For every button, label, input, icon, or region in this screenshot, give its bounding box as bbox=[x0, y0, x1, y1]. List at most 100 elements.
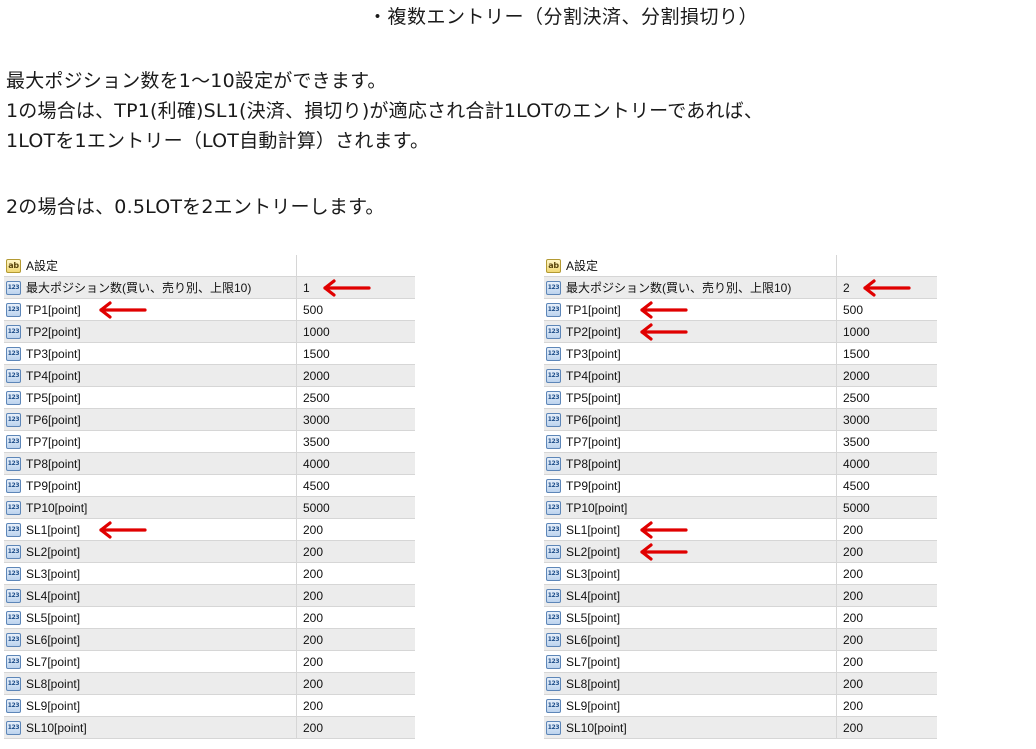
parameter-value-field[interactable]: 4500 bbox=[837, 475, 937, 496]
parameter-row[interactable]: 123 TP3[point] 1500 bbox=[544, 343, 937, 365]
settings-group-header[interactable]: ab A設定 bbox=[544, 255, 937, 277]
parameter-row[interactable]: 123 SL3[point] 200 bbox=[4, 563, 415, 585]
parameter-row[interactable]: 123 SL6[point] 200 bbox=[4, 629, 415, 651]
parameter-row[interactable]: 123 SL2[point] 200 bbox=[4, 541, 415, 563]
parameter-row[interactable]: 123 TP4[point] 2000 bbox=[4, 365, 415, 387]
parameter-row[interactable]: 123 TP8[point] 4000 bbox=[4, 453, 415, 475]
parameter-row[interactable]: 123 SL2[point] 200 bbox=[544, 541, 937, 563]
parameter-row[interactable]: 123 SL10[point] 200 bbox=[544, 717, 937, 739]
parameter-value-field[interactable]: 200 bbox=[297, 651, 415, 672]
parameter-value-field[interactable]: 200 bbox=[837, 541, 937, 562]
parameter-row[interactable]: 123 SL5[point] 200 bbox=[4, 607, 415, 629]
parameter-value-field[interactable]: 2500 bbox=[297, 387, 415, 408]
parameter-row[interactable]: 123 TP2[point] 1000 bbox=[4, 321, 415, 343]
parameter-value: 3500 bbox=[843, 434, 870, 449]
number-type-icon: 123 bbox=[546, 324, 561, 339]
parameter-row[interactable]: 123 TP4[point] 2000 bbox=[544, 365, 937, 387]
parameter-row[interactable]: 123 SL4[point] 200 bbox=[544, 585, 937, 607]
parameter-value-field[interactable]: 4500 bbox=[297, 475, 415, 496]
red-arrow-left-icon bbox=[323, 279, 371, 297]
parameter-value-field[interactable]: 1000 bbox=[297, 321, 415, 342]
parameter-name: SL3[point] bbox=[26, 566, 81, 581]
parameter-value-field[interactable]: 200 bbox=[837, 629, 937, 650]
settings-group-header[interactable]: ab A設定 bbox=[4, 255, 415, 277]
parameter-value-field[interactable]: 200 bbox=[837, 695, 937, 716]
parameter-value-field[interactable]: 500 bbox=[837, 299, 937, 320]
parameter-row[interactable]: 123 SL6[point] 200 bbox=[544, 629, 937, 651]
parameter-value-field[interactable]: 2500 bbox=[837, 387, 937, 408]
parameter-value-field[interactable]: 200 bbox=[837, 607, 937, 628]
parameter-value-field[interactable]: 3500 bbox=[837, 431, 937, 452]
parameter-row[interactable]: 123 SL9[point] 200 bbox=[4, 695, 415, 717]
parameter-value-field[interactable]: 3500 bbox=[297, 431, 415, 452]
parameter-row[interactable]: 123 TP1[point] 500 bbox=[4, 299, 415, 321]
parameter-row[interactable]: 123 SL8[point] 200 bbox=[544, 673, 937, 695]
parameter-value-field[interactable]: 200 bbox=[297, 585, 415, 606]
parameter-value-field[interactable]: 3000 bbox=[837, 409, 937, 430]
parameter-value: 200 bbox=[303, 566, 324, 581]
parameter-row[interactable]: 123 TP6[point] 3000 bbox=[544, 409, 937, 431]
parameter-value-field[interactable]: 1 bbox=[297, 277, 415, 298]
parameter-row[interactable]: 123 最大ポジション数(買い、売り別、上限10) 2 bbox=[544, 277, 937, 299]
parameter-value-field[interactable]: 200 bbox=[837, 673, 937, 694]
parameter-value-field[interactable]: 4000 bbox=[297, 453, 415, 474]
parameter-row[interactable]: 123 TP10[point] 5000 bbox=[544, 497, 937, 519]
parameter-value-field[interactable]: 200 bbox=[837, 651, 937, 672]
parameter-value-field[interactable]: 2000 bbox=[837, 365, 937, 386]
parameter-value-field[interactable]: 5000 bbox=[297, 497, 415, 518]
group-name-cell: ab A設定 bbox=[4, 255, 297, 276]
parameter-value-field[interactable]: 200 bbox=[297, 563, 415, 584]
parameter-name: SL4[point] bbox=[566, 588, 621, 603]
parameter-value: 200 bbox=[303, 632, 324, 647]
parameter-value-field[interactable]: 1000 bbox=[837, 321, 937, 342]
parameter-row[interactable]: 123 SL7[point] 200 bbox=[544, 651, 937, 673]
parameter-value-field[interactable]: 1500 bbox=[837, 343, 937, 364]
parameter-row[interactable]: 123 最大ポジション数(買い、売り別、上限10) 1 bbox=[4, 277, 415, 299]
parameter-row[interactable]: 123 SL1[point] 200 bbox=[4, 519, 415, 541]
parameter-row[interactable]: 123 SL4[point] 200 bbox=[4, 585, 415, 607]
parameter-row[interactable]: 123 TP1[point] 500 bbox=[544, 299, 937, 321]
parameter-value-field[interactable]: 3000 bbox=[297, 409, 415, 430]
parameter-row[interactable]: 123 TP5[point] 2500 bbox=[4, 387, 415, 409]
parameter-row[interactable]: 123 SL5[point] 200 bbox=[544, 607, 937, 629]
parameter-row[interactable]: 123 SL3[point] 200 bbox=[544, 563, 937, 585]
parameter-value-field[interactable]: 200 bbox=[837, 717, 937, 738]
parameter-row[interactable]: 123 TP8[point] 4000 bbox=[544, 453, 937, 475]
parameter-row[interactable]: 123 TP7[point] 3500 bbox=[544, 431, 937, 453]
string-type-icon: ab bbox=[546, 258, 561, 273]
parameter-row[interactable]: 123 SL7[point] 200 bbox=[4, 651, 415, 673]
parameter-value-field[interactable]: 200 bbox=[837, 519, 937, 540]
parameter-value-field[interactable]: 500 bbox=[297, 299, 415, 320]
parameter-value-field[interactable]: 200 bbox=[297, 541, 415, 562]
parameter-value-field[interactable]: 200 bbox=[297, 629, 415, 650]
parameter-name-cell: 123 SL2[point] bbox=[544, 541, 837, 562]
parameter-value-field[interactable]: 2000 bbox=[297, 365, 415, 386]
parameter-row[interactable]: 123 SL9[point] 200 bbox=[544, 695, 937, 717]
parameter-value-field[interactable]: 200 bbox=[297, 717, 415, 738]
parameter-value-field[interactable]: 2 bbox=[837, 277, 937, 298]
parameter-row[interactable]: 123 TP3[point] 1500 bbox=[4, 343, 415, 365]
parameter-row[interactable]: 123 TP2[point] 1000 bbox=[544, 321, 937, 343]
parameter-name-cell: 123 TP5[point] bbox=[544, 387, 837, 408]
parameter-row[interactable]: 123 TP6[point] 3000 bbox=[4, 409, 415, 431]
parameter-value-field[interactable]: 5000 bbox=[837, 497, 937, 518]
parameter-name-cell: 123 SL7[point] bbox=[544, 651, 837, 672]
parameter-value-field[interactable]: 200 bbox=[297, 519, 415, 540]
parameter-row[interactable]: 123 TP10[point] 5000 bbox=[4, 497, 415, 519]
parameter-value-field[interactable]: 200 bbox=[837, 585, 937, 606]
parameter-row[interactable]: 123 TP9[point] 4500 bbox=[4, 475, 415, 497]
parameter-value-field[interactable]: 200 bbox=[297, 607, 415, 628]
parameter-value-field[interactable]: 4000 bbox=[837, 453, 937, 474]
parameter-row[interactable]: 123 TP5[point] 2500 bbox=[544, 387, 937, 409]
parameter-value-field[interactable]: 1500 bbox=[297, 343, 415, 364]
parameter-value-field[interactable]: 200 bbox=[297, 695, 415, 716]
parameter-name: SL8[point] bbox=[566, 676, 621, 691]
parameter-row[interactable]: 123 TP7[point] 3500 bbox=[4, 431, 415, 453]
parameter-value: 200 bbox=[843, 698, 864, 713]
parameter-row[interactable]: 123 SL10[point] 200 bbox=[4, 717, 415, 739]
parameter-value-field[interactable]: 200 bbox=[837, 563, 937, 584]
parameter-row[interactable]: 123 SL8[point] 200 bbox=[4, 673, 415, 695]
parameter-row[interactable]: 123 TP9[point] 4500 bbox=[544, 475, 937, 497]
parameter-row[interactable]: 123 SL1[point] 200 bbox=[544, 519, 937, 541]
parameter-value-field[interactable]: 200 bbox=[297, 673, 415, 694]
